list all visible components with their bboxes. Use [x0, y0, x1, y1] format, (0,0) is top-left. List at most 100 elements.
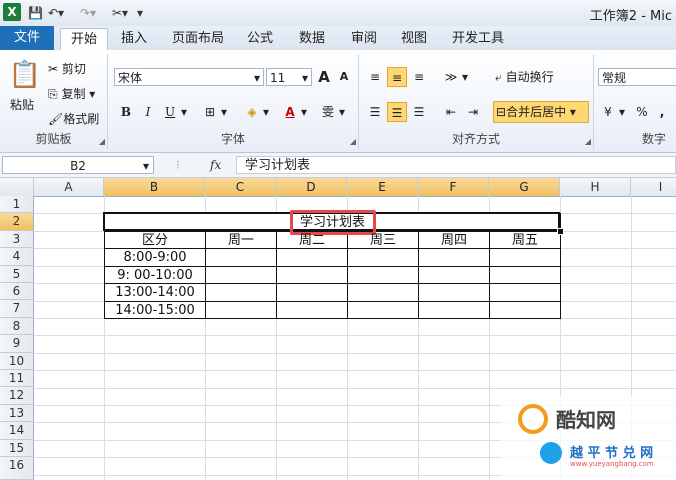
gridline	[34, 353, 676, 354]
row-header[interactable]: 14	[0, 422, 34, 440]
row-header[interactable]: 4	[0, 248, 34, 266]
copy-button[interactable]: ⎘ 复制 ▾	[48, 85, 95, 103]
row-header[interactable]: 2	[0, 213, 34, 231]
decrease-indent-icon[interactable]: ⇤	[441, 102, 461, 122]
row-header[interactable]: 13	[0, 404, 34, 423]
font-size-select[interactable]: 11 ▾	[266, 68, 312, 86]
chevron-down-icon[interactable]: ▾	[218, 102, 230, 122]
column-header[interactable]: H	[560, 178, 631, 196]
align-top-icon[interactable]: ≡	[365, 67, 385, 87]
align-center-icon[interactable]: ☰	[387, 102, 407, 122]
row-header[interactable]: 11	[0, 370, 34, 388]
worksheet-grid[interactable]: 1 2 3 4 5 6 7 8 9 10 11 12 13 14 15 16 学…	[0, 196, 676, 480]
gridline	[34, 335, 676, 336]
tab-data[interactable]: 数据	[292, 28, 332, 50]
column-header[interactable]: F	[418, 178, 489, 196]
column-header-row: A B C D E F G H I	[0, 178, 676, 197]
tab-formulas[interactable]: 公式	[240, 28, 280, 50]
chevron-down-icon[interactable]: ▾	[616, 102, 628, 122]
column-header[interactable]: I	[631, 178, 676, 196]
merge-center-button[interactable]: ⊟合并后居中 ▾	[493, 101, 589, 123]
table-header-cell[interactable]: 区分	[105, 232, 205, 249]
underline-button[interactable]: U	[160, 102, 180, 122]
phonetic-button[interactable]: 雯	[318, 102, 338, 122]
italic-button[interactable]: I	[138, 102, 158, 122]
tab-review[interactable]: 审阅	[344, 28, 384, 50]
excel-app-icon[interactable]: X	[3, 3, 21, 21]
paste-button[interactable]: 粘贴	[10, 96, 34, 114]
row-header[interactable]: 3	[0, 230, 34, 249]
row-header[interactable]: 7	[0, 300, 34, 318]
row-header[interactable]: 12	[0, 387, 34, 405]
shrink-font-button[interactable]: A	[334, 67, 354, 87]
row-header[interactable]: 10	[0, 352, 34, 370]
font-color-icon[interactable]: A	[280, 102, 300, 122]
watermark-text: 酷知网	[556, 408, 616, 432]
tab-developer[interactable]: 开发工具	[446, 28, 510, 50]
percent-button[interactable]: %	[632, 102, 652, 122]
row-header[interactable]: 1	[0, 196, 34, 214]
row-header[interactable]: 6	[0, 283, 34, 301]
chevron-down-icon[interactable]: ▾	[298, 102, 310, 122]
column-header[interactable]: E	[347, 178, 418, 196]
comma-button[interactable]: ,	[652, 102, 672, 122]
grow-font-button[interactable]: A	[314, 67, 334, 87]
name-box[interactable]: B2 ▾	[2, 156, 154, 174]
align-bottom-icon[interactable]: ≡	[409, 67, 429, 87]
row-header[interactable]: 8	[0, 317, 34, 336]
align-right-icon[interactable]: ☰	[409, 102, 429, 122]
table-header-cell[interactable]: 周一	[206, 232, 276, 249]
number-format-select[interactable]: 常规	[598, 68, 676, 86]
select-all-corner[interactable]	[0, 178, 34, 196]
tab-view[interactable]: 视图	[394, 28, 434, 50]
table-cell[interactable]: 9: 00-10:00	[105, 267, 205, 284]
quick-access-menu-icon[interactable]: ▾	[137, 4, 143, 22]
font-launcher-icon[interactable]: ◢	[350, 137, 356, 146]
align-middle-icon[interactable]: ≡	[387, 67, 407, 87]
cut-button[interactable]: ✂ 剪切	[48, 60, 86, 78]
chevron-down-icon[interactable]: ▾	[336, 102, 348, 122]
insert-function-button[interactable]: fx	[210, 156, 221, 174]
align-left-icon[interactable]: ☰	[365, 102, 385, 122]
row-header[interactable]: 5	[0, 265, 34, 283]
table-header-cell[interactable]: 周五	[490, 232, 560, 249]
tab-insert[interactable]: 插入	[114, 28, 154, 50]
table-header-cell[interactable]: 周四	[419, 232, 489, 249]
column-header[interactable]: G	[489, 178, 560, 196]
clipboard-launcher-icon[interactable]: ◢	[99, 137, 105, 146]
increase-indent-icon[interactable]: ⇥	[463, 102, 483, 122]
font-name-select[interactable]: 宋体 ▾	[114, 68, 264, 86]
alignment-launcher-icon[interactable]: ◢	[585, 137, 591, 146]
table-cell[interactable]: 14:00-15:00	[105, 302, 205, 319]
column-header[interactable]: D	[276, 178, 347, 196]
column-header[interactable]: C	[205, 178, 276, 196]
column-header[interactable]: A	[34, 178, 104, 196]
fill-color-icon[interactable]: ◈	[242, 102, 262, 122]
chevron-down-icon[interactable]: ▾	[260, 102, 272, 122]
row-header[interactable]: 15	[0, 439, 34, 457]
customize-icon[interactable]: ✂▾	[112, 4, 128, 22]
wrap-text-button[interactable]: ⤶ 自动换行	[495, 68, 554, 86]
tab-file[interactable]: 文件	[0, 26, 54, 50]
table-header-cell[interactable]: 周二	[277, 232, 347, 249]
column-header[interactable]: B	[104, 178, 205, 196]
row-header[interactable]: 9	[0, 335, 34, 353]
paste-icon[interactable]: 📋	[8, 58, 42, 92]
chevron-down-icon[interactable]: ▾	[459, 67, 471, 87]
bold-button[interactable]: B	[116, 102, 136, 122]
tab-home[interactable]: 开始	[60, 28, 108, 51]
formula-input[interactable]: 学习计划表	[236, 156, 676, 174]
redo-icon[interactable]: ↷▾	[80, 4, 96, 22]
format-painter-button[interactable]: 🖌格式刷	[48, 110, 99, 128]
table-header-cell[interactable]: 周三	[348, 232, 418, 249]
undo-icon[interactable]: ↶▾	[48, 4, 64, 22]
borders-icon[interactable]: ⊞	[200, 102, 220, 122]
chevron-down-icon[interactable]: ▾	[178, 102, 190, 122]
tab-page-layout[interactable]: 页面布局	[166, 28, 230, 50]
save-icon[interactable]: 💾	[28, 4, 43, 22]
row-header[interactable]: 16	[0, 457, 34, 480]
currency-icon[interactable]: ¥	[598, 102, 618, 122]
table-cell[interactable]: 13:00-14:00	[105, 284, 205, 301]
orientation-icon[interactable]: ≫	[441, 67, 461, 87]
table-cell[interactable]: 8:00-9:00	[105, 249, 205, 266]
